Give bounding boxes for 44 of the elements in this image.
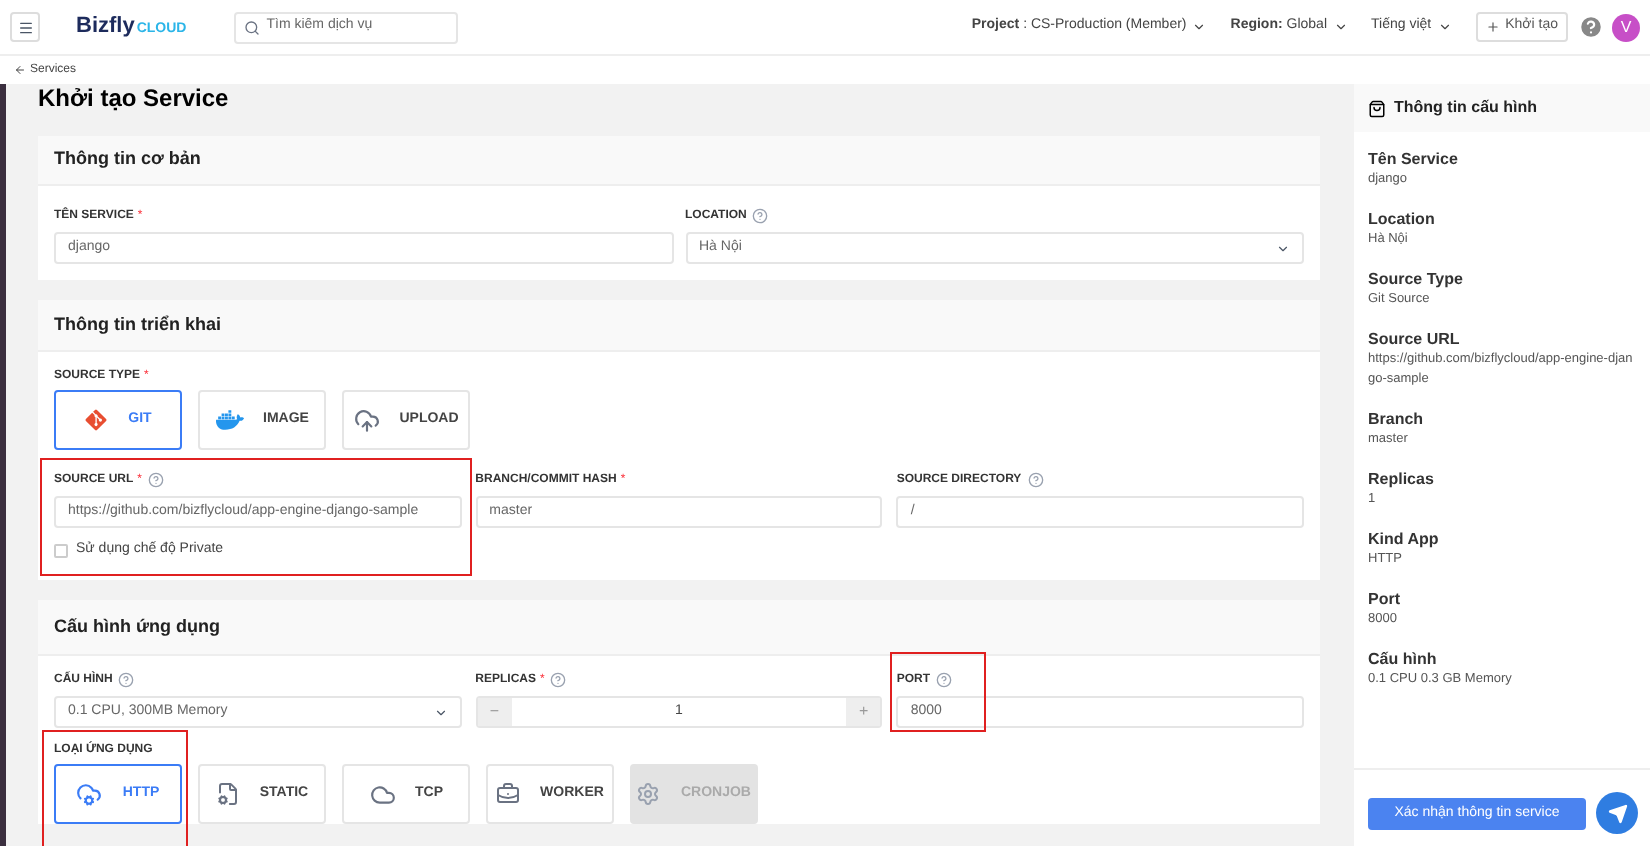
file-icon bbox=[215, 782, 240, 806]
search-icon bbox=[244, 19, 261, 35]
summary-label: Tên Service bbox=[1368, 148, 1460, 170]
chevron-down-icon bbox=[1192, 20, 1207, 34]
help-icon[interactable] bbox=[1578, 14, 1604, 40]
back-arrow-icon bbox=[14, 64, 26, 76]
help-icon bbox=[118, 672, 135, 688]
chevron-down-icon bbox=[1333, 20, 1348, 34]
avatar[interactable]: V bbox=[1612, 13, 1640, 41]
cloud-icon bbox=[76, 781, 103, 807]
briefcase-icon bbox=[496, 782, 521, 806]
whale-icon bbox=[215, 406, 244, 434]
section-title: Thông tin cơ bản bbox=[54, 146, 201, 173]
menu-button[interactable] bbox=[10, 12, 40, 42]
summary-label: Source URL bbox=[1368, 328, 1462, 350]
summary-label: Cấu hình bbox=[1368, 648, 1439, 670]
chevron-down-icon bbox=[1276, 241, 1290, 255]
summary-label: Location bbox=[1368, 208, 1437, 230]
help-icon bbox=[936, 672, 953, 688]
cloud-upload-icon bbox=[353, 407, 380, 433]
plus-icon bbox=[1485, 20, 1500, 34]
summary-label: Replicas bbox=[1368, 468, 1436, 490]
chevron-down-icon bbox=[433, 705, 448, 719]
git-icon bbox=[84, 408, 109, 432]
menu-icon bbox=[17, 19, 33, 35]
private-checkbox[interactable] bbox=[54, 543, 68, 557]
section-title: Cấu hình ứng dụng bbox=[54, 613, 220, 640]
help-icon bbox=[550, 672, 567, 688]
gear-icon bbox=[636, 782, 661, 806]
help-icon bbox=[752, 208, 769, 224]
section-title: Thông tin triển khai bbox=[54, 311, 221, 338]
send-button[interactable] bbox=[1596, 792, 1638, 834]
panel-title: Thông tin cấu hình bbox=[1394, 96, 1538, 120]
summary-label: Branch bbox=[1368, 408, 1426, 430]
help-icon bbox=[148, 472, 165, 488]
page-title: Khởi tạo Service bbox=[38, 84, 229, 112]
bag-icon bbox=[1368, 99, 1386, 117]
summary-label: Port bbox=[1368, 588, 1402, 610]
summary-label: Source Type bbox=[1368, 268, 1465, 290]
cloud-icon bbox=[369, 781, 395, 807]
summary-label: Kind App bbox=[1368, 528, 1441, 550]
chevron-down-icon bbox=[1437, 20, 1452, 34]
help-icon bbox=[1027, 472, 1044, 488]
send-icon bbox=[1607, 803, 1627, 823]
